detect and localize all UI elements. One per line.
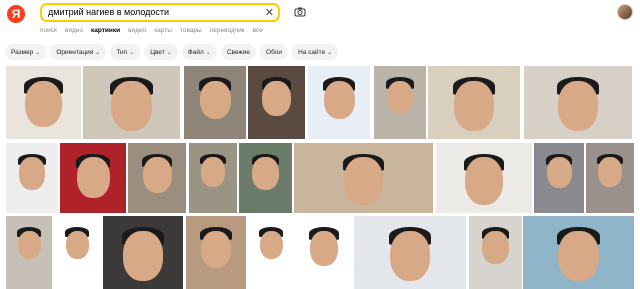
portrait-face [259,230,283,260]
filter-label: На сайте [298,48,326,56]
image-row [0,216,640,289]
image-thumbnail[interactable] [189,143,237,213]
portrait-face [323,80,355,120]
portrait-face [111,80,152,131]
image-thumbnail[interactable] [524,66,632,139]
tab-maps[interactable]: карты [154,27,172,34]
portrait-face [252,157,279,191]
image-thumbnail[interactable] [6,216,52,289]
image-thumbnail[interactable] [54,216,100,289]
chevron-down-icon: ⌄ [205,49,211,56]
yandex-logo-icon[interactable]: Я [7,5,25,23]
image-thumbnail[interactable] [248,216,294,289]
filter-color[interactable]: Цвет ⌄ [144,44,178,60]
image-thumbnail[interactable] [436,143,532,213]
image-thumbnail[interactable] [239,143,292,213]
portrait-face [557,80,599,131]
image-thumbnail[interactable] [60,143,126,213]
portrait-face [201,230,231,269]
user-avatar-icon[interactable] [617,4,633,20]
portrait-face [24,80,63,128]
portrait-face [19,157,45,190]
tab-video-1[interactable]: видео [65,27,83,34]
tab-translator[interactable]: переводчик [210,27,245,34]
image-thumbnail[interactable] [586,143,634,213]
portrait-face [598,157,622,187]
portrait-face [310,230,338,266]
filter-file[interactable]: Файл ⌄ [181,44,217,60]
filter-wallpapers[interactable]: Обои [260,44,289,60]
image-thumbnail[interactable] [354,216,466,289]
search-query-text[interactable]: дмитрий нагиев в молодости [48,7,169,17]
image-thumbnail[interactable] [374,66,426,139]
search-tabs: поиск видео картинки видео карты товары … [40,27,263,34]
image-row [0,143,640,213]
chevron-down-icon: ⌄ [35,49,41,56]
tab-images[interactable]: картинки [91,27,120,34]
image-thumbnail[interactable] [184,66,246,139]
search-input[interactable]: дмитрий нагиев в молодости ✕ [40,3,280,22]
image-thumbnail[interactable] [296,216,352,289]
tab-search[interactable]: поиск [40,27,57,34]
portrait-face [123,230,163,281]
filter-type[interactable]: Тип ⌄ [110,44,141,60]
clear-icon[interactable]: ✕ [265,6,274,19]
portrait-face [344,157,383,206]
camera-search-icon[interactable] [294,6,306,18]
filter-label: Ориентация [56,48,94,56]
portrait-face [453,80,495,131]
image-row [0,66,640,139]
image-thumbnail[interactable] [523,216,634,289]
image-thumbnail[interactable] [469,216,522,289]
image-thumbnail[interactable] [294,143,433,213]
filter-orientation[interactable]: Ориентация ⌄ [50,44,107,60]
portrait-face [201,157,225,187]
filter-label: Свежие [226,48,251,56]
filter-fresh[interactable]: Свежие [220,44,257,60]
image-thumbnail[interactable] [83,66,180,139]
portrait-face [546,157,572,189]
tab-products[interactable]: товары [180,27,202,34]
filter-label: Обои [266,48,283,56]
portrait-face [17,230,41,260]
portrait-face [464,157,504,206]
image-thumbnail[interactable] [428,66,520,139]
image-thumbnail[interactable] [128,143,186,213]
filter-label: Тип [116,48,128,56]
image-thumbnail[interactable] [6,143,58,213]
filter-size[interactable]: Размер ⌄ [5,44,47,60]
portrait-face [389,230,431,281]
chevron-down-icon: ⌄ [95,49,101,56]
portrait-face [76,157,110,199]
portrait-face [142,157,172,194]
portrait-face [262,80,291,117]
chevron-down-icon: ⌄ [129,49,135,56]
portrait-face [387,80,413,114]
image-thumbnail[interactable] [103,216,183,289]
portrait-face [65,230,89,260]
tab-all[interactable]: все [253,27,263,34]
image-thumbnail[interactable] [534,143,584,213]
image-thumbnail[interactable] [308,66,370,139]
chevron-down-icon: ⌄ [327,49,333,56]
image-thumbnail[interactable] [248,66,305,139]
portrait-face [558,230,599,281]
portrait-face [199,80,231,120]
portrait-face [482,230,509,264]
filter-label: Размер [11,48,34,56]
chevron-down-icon: ⌄ [166,49,172,56]
tab-video-2[interactable]: видео [128,27,146,34]
filter-label: Файл [187,48,204,56]
filter-label: Цвет [150,48,165,56]
image-thumbnail[interactable] [6,66,81,139]
header: Я дмитрий нагиев в молодости ✕ поиск вид… [0,0,640,40]
filter-on-site[interactable]: На сайте ⌄ [292,44,339,60]
filter-bar: Размер ⌄ Ориентация ⌄ Тип ⌄ Цвет ⌄ Файл ⌄ Све… [5,44,339,60]
image-thumbnail[interactable] [186,216,246,289]
